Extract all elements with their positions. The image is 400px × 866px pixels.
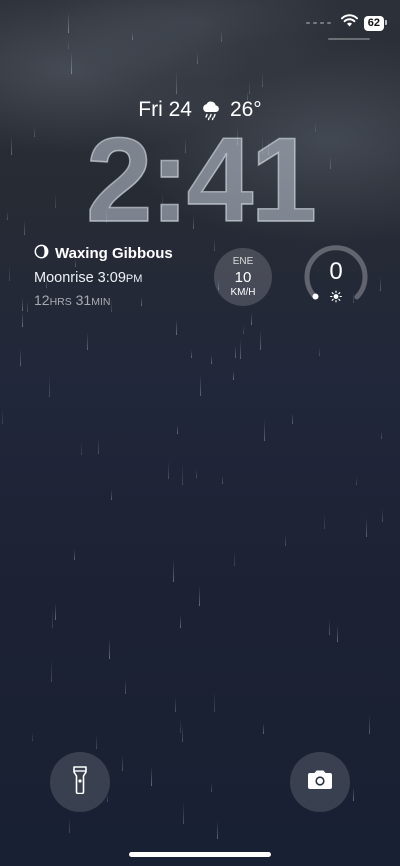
rain-streak	[200, 374, 201, 396]
rain-streak	[260, 330, 261, 350]
camera-button[interactable]	[290, 752, 350, 812]
rain-streak	[262, 72, 263, 87]
rain-streak	[55, 603, 56, 620]
rain-streak	[173, 559, 174, 582]
rain-streak	[211, 783, 212, 792]
rain-streak	[49, 374, 50, 397]
rain-streak	[319, 347, 320, 356]
wifi-icon	[340, 14, 358, 32]
rain-streak	[182, 463, 183, 485]
rain-streak	[51, 660, 52, 682]
rain-streak	[356, 476, 357, 485]
rain-streak	[22, 312, 23, 327]
control-center-grabber[interactable]	[328, 38, 370, 40]
rain-streak	[233, 371, 234, 380]
wind-direction: ENE	[232, 256, 254, 267]
battery-indicator: 62	[363, 15, 388, 31]
rain-streak	[52, 607, 53, 628]
rain-streak	[176, 319, 177, 335]
rain-streak	[176, 71, 177, 94]
rain-streak	[125, 679, 126, 694]
rain-streak	[68, 40, 69, 49]
rain-streak	[337, 625, 338, 642]
rain-streak	[168, 461, 169, 479]
rain-streak	[222, 475, 223, 484]
rain-streak	[285, 534, 286, 546]
rain-streak	[107, 794, 108, 802]
rain-streak	[183, 802, 184, 824]
flashlight-button[interactable]	[50, 752, 110, 812]
uv-index-widget[interactable]: 0	[304, 244, 368, 308]
rain-streak	[132, 32, 133, 40]
rain-streak	[175, 697, 176, 712]
rain-streak	[180, 718, 181, 733]
rain-streak	[264, 419, 265, 441]
rain-streak	[382, 509, 383, 522]
rain-streak	[381, 431, 382, 439]
moonrise-time: Moonrise 3:09PM	[34, 270, 143, 286]
wind-unit: KM/H	[230, 287, 256, 298]
rain-streak	[180, 615, 181, 628]
rain-streak	[369, 715, 370, 734]
rain-streak	[177, 425, 178, 434]
rain-streak	[68, 12, 69, 33]
lockscreen-clock[interactable]: 2:41	[0, 119, 400, 241]
rain-streak	[87, 332, 88, 350]
rain-streak	[27, 301, 28, 312]
rain-streak	[214, 691, 215, 712]
moon-phase-icon	[34, 244, 49, 263]
sun-icon	[330, 290, 342, 303]
rain-streak	[109, 638, 110, 659]
rain-streak	[69, 818, 70, 833]
rain-streak	[182, 725, 183, 742]
rain-streak	[81, 442, 82, 455]
rain-streak	[292, 413, 293, 424]
rain-streak	[2, 409, 3, 424]
rain-streak	[199, 586, 200, 606]
wind-speed: 10	[234, 269, 252, 286]
moon-duration: 12HRS 31MIN	[34, 292, 111, 308]
camera-icon	[306, 769, 334, 796]
status-bar: 62	[305, 14, 388, 32]
rain-streak	[235, 346, 236, 358]
rain-streak	[191, 350, 192, 358]
rain-streak	[240, 339, 241, 359]
moon-widget[interactable]: Waxing Gibbous Moonrise 3:09PM 12HRS 31M…	[34, 244, 173, 308]
rain-streak	[221, 29, 222, 42]
uv-index-value: 0	[329, 258, 343, 285]
rain-streak	[71, 51, 72, 74]
rain-streak	[324, 513, 325, 529]
rain-streak	[251, 313, 252, 325]
rain-streak	[197, 52, 198, 64]
signal-dots	[305, 22, 331, 24]
rain-streak	[74, 549, 75, 560]
rain-streak	[234, 551, 235, 566]
rain-streak	[211, 355, 212, 364]
flashlight-icon	[73, 765, 87, 799]
rain-streak	[380, 276, 381, 291]
rain-streak	[9, 264, 10, 281]
rain-streak	[96, 734, 97, 749]
rain-streak	[20, 348, 21, 366]
rain-streak	[329, 619, 330, 635]
rain-streak	[196, 469, 197, 478]
rain-streak	[122, 754, 123, 771]
rain-streak	[32, 732, 33, 741]
rain-streak	[111, 490, 112, 500]
rain-streak	[217, 821, 218, 839]
rain-streak	[98, 437, 99, 454]
rain-streak	[151, 766, 152, 786]
rain-streak	[22, 298, 23, 311]
home-indicator[interactable]	[129, 852, 271, 857]
wind-widget[interactable]: ENE 10 KM/H	[214, 248, 272, 306]
rain-streak	[263, 723, 264, 734]
rain-streak	[249, 80, 250, 94]
rain-streak	[366, 517, 367, 537]
rain-streak	[243, 325, 244, 334]
rain-streak	[353, 787, 354, 801]
moon-phase-label: Waxing Gibbous	[55, 245, 173, 262]
